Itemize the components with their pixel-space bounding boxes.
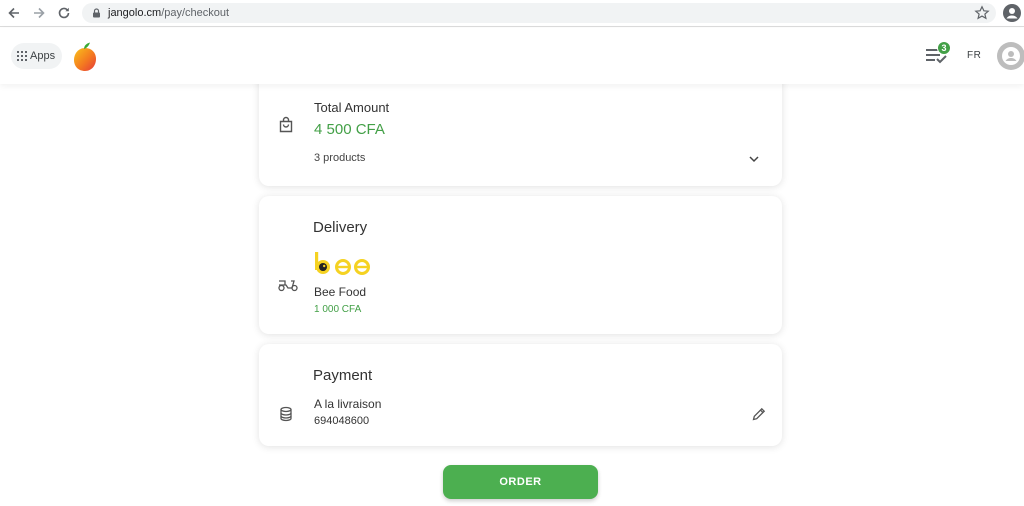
delivery-price: 1 000 CFA bbox=[314, 304, 362, 315]
delivery-provider-name: Bee Food bbox=[314, 285, 367, 299]
payment-method: A la livraison bbox=[314, 397, 382, 411]
orders-count-badge: 3 bbox=[937, 41, 951, 55]
reload-icon bbox=[58, 7, 70, 19]
lock-icon bbox=[93, 8, 100, 18]
apps-grid-icon bbox=[17, 51, 27, 61]
mango-logo[interactable] bbox=[72, 42, 98, 72]
scooter-icon bbox=[278, 280, 298, 292]
products-count: 3 products bbox=[314, 152, 366, 164]
payment-title: Payment bbox=[313, 367, 373, 384]
edit-pencil-icon[interactable] bbox=[751, 406, 767, 422]
total-amount-label: Total Amount bbox=[314, 100, 390, 115]
browser-profile-icon[interactable] bbox=[1003, 4, 1021, 22]
apps-button[interactable]: Apps bbox=[11, 43, 63, 69]
bee-food-logo bbox=[315, 252, 370, 275]
back-button[interactable] bbox=[4, 4, 24, 22]
coins-stack-icon bbox=[280, 406, 292, 422]
user-avatar[interactable] bbox=[997, 42, 1024, 70]
url-path: /pay/checkout bbox=[161, 7, 230, 19]
arrow-right-icon bbox=[34, 7, 45, 19]
checkout-page: Total Amount 4 500 CFA 3 products Delive… bbox=[0, 64, 1024, 506]
url-host: jangolo.cm bbox=[108, 7, 162, 19]
reload-button[interactable] bbox=[54, 4, 74, 22]
payment-phone: 694048600 bbox=[314, 415, 370, 427]
arrow-left-icon bbox=[8, 7, 19, 19]
payment-card: Payment A la livraison 694048600 bbox=[259, 344, 782, 446]
language-switch[interactable]: FR bbox=[967, 50, 981, 61]
total-amount-value: 4 500 CFA bbox=[314, 121, 385, 138]
delivery-card: Delivery Bee Food 1 000 CFA bbox=[259, 196, 782, 334]
bookmark-star-icon[interactable] bbox=[974, 5, 990, 21]
apps-label: Apps bbox=[30, 50, 56, 62]
forward-button[interactable] bbox=[29, 4, 49, 22]
address-bar[interactable]: jangolo.cm/pay/checkout bbox=[82, 3, 996, 23]
shopping-bag-icon bbox=[279, 116, 293, 133]
order-button[interactable]: ORDER bbox=[443, 465, 598, 499]
user-icon bbox=[1002, 47, 1020, 65]
chevron-down-icon[interactable] bbox=[747, 152, 761, 166]
app-header: Apps 3 FR bbox=[0, 28, 1024, 84]
browser-toolbar: jangolo.cm/pay/checkout bbox=[0, 0, 1024, 27]
url-text: jangolo.cm/pay/checkout bbox=[108, 7, 229, 19]
delivery-title: Delivery bbox=[313, 219, 368, 236]
